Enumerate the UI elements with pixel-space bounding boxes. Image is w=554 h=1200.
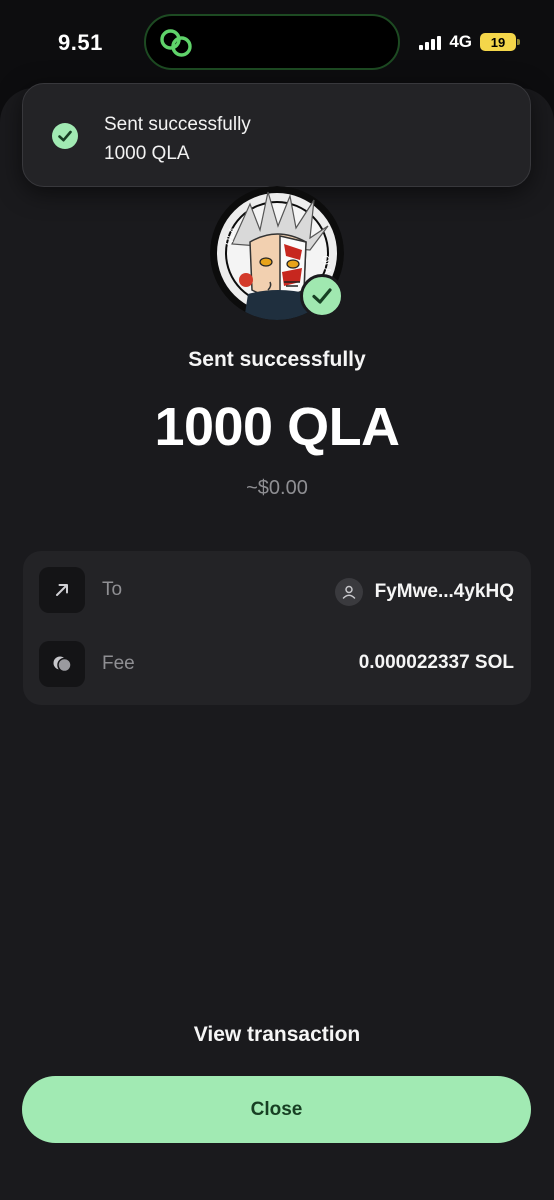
toast-message: Sent successfully 1000 QLA [104,110,251,168]
fee-label: Fee [102,653,135,674]
battery-icon: 19 [480,33,520,51]
to-label: To [102,579,123,600]
result-title: Sent successfully [188,348,366,371]
recipient-address[interactable]: FyMwe...4ykHQ [334,578,514,606]
arrow-up-right-icon [39,567,85,613]
close-button[interactable]: Close [22,1076,531,1143]
status-indicators: 4G 19 [419,32,520,52]
toast-title: Sent successfully [104,114,251,135]
dynamic-island [144,14,400,70]
fee-row: Fee 0.000022337 SOL [23,641,531,701]
coins-icon [39,641,85,687]
person-icon [334,578,363,606]
view-transaction-link[interactable]: View transaction [0,1023,554,1047]
sent-amount: 1000 QLA [154,397,400,457]
link-app-icon [160,29,192,57]
recipient-address-text: FyMwe...4ykHQ [374,581,514,602]
toast-amount: 1000 QLA [104,143,190,164]
check-circle-icon [52,123,78,149]
battery-level: 19 [490,34,506,50]
success-check-icon [300,274,344,318]
status-time: 9.51 [58,30,103,55]
signal-icon [419,34,442,50]
transaction-details: To FyMwe...4ykHQ Fee 0.000022337 SOL [23,551,531,705]
screen: 9.51 4G 19 Sent successfully 1000 QLA QL… [0,0,554,1200]
fee-value: 0.000022337 SOL [358,652,514,673]
network-type: 4G [449,32,472,51]
success-toast[interactable]: Sent successfully 1000 QLA [22,83,531,187]
token-avatar: QLA QLA [210,186,344,320]
usd-value: ~$0.00 [246,477,308,499]
recipient-row: To FyMwe...4ykHQ [23,567,531,627]
